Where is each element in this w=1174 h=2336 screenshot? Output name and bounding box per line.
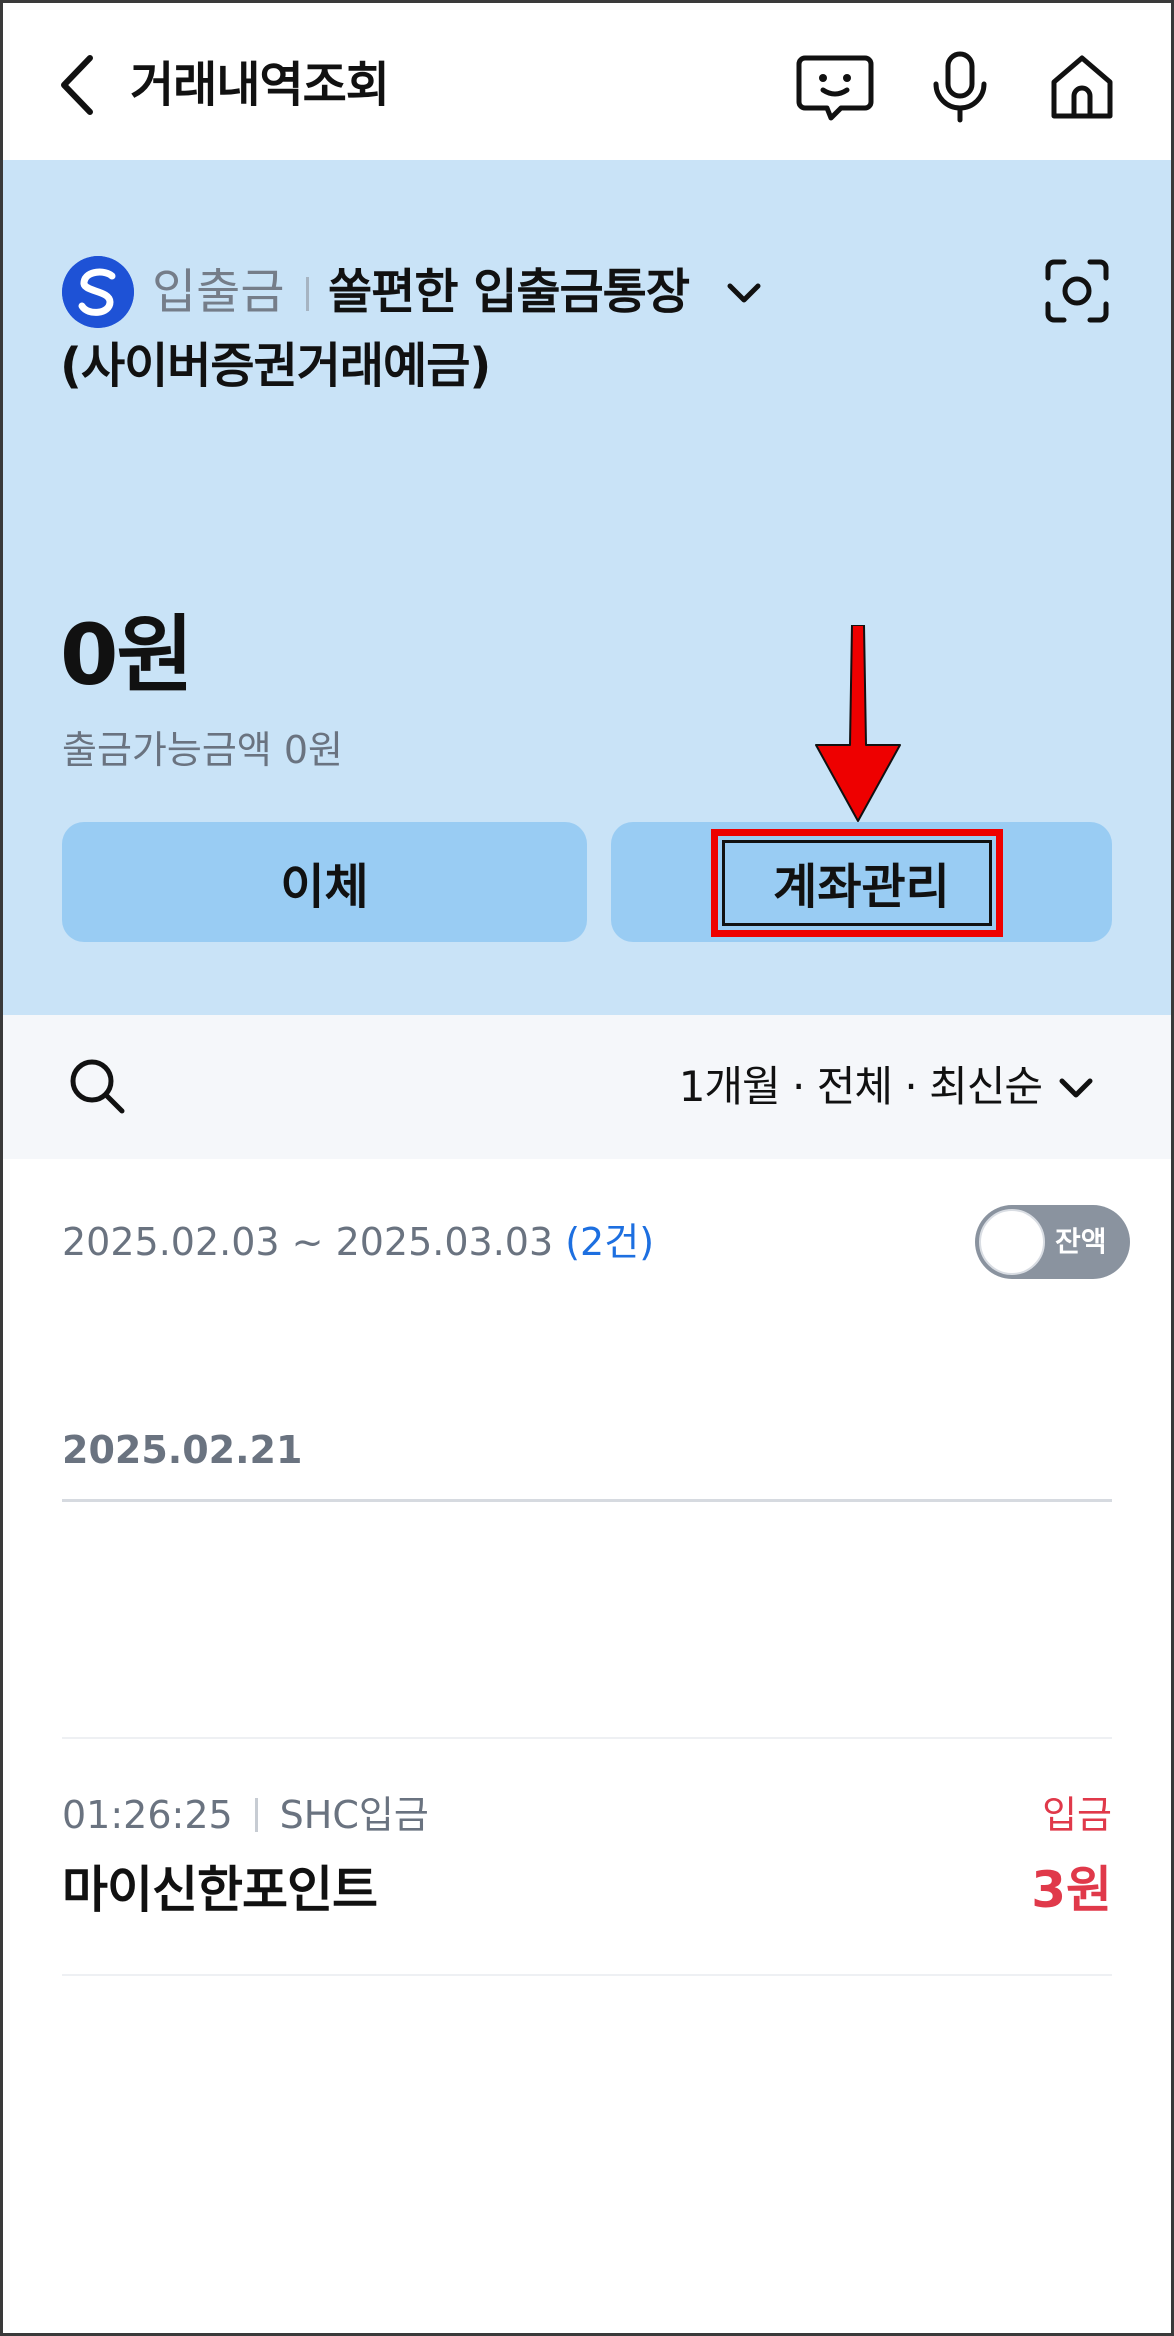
account-name-selector[interactable]: 쏠편한 입출금통장	[328, 258, 690, 326]
transaction-meta: 01:26:25 SHC입금	[62, 1785, 429, 1845]
transaction-date-header: 2025.02.21	[62, 1428, 303, 1472]
transaction-type: 입금	[1042, 1793, 1112, 1837]
balance-toggle[interactable]: 잔액	[975, 1205, 1130, 1279]
annotation-arrow-icon	[815, 625, 901, 822]
filter-summary[interactable]: 1개월 · 전체 · 최신순	[679, 1055, 1043, 1119]
date-range: 2025.02.03 ~ 2025.03.03 (2건)	[62, 1210, 654, 1274]
transaction-count: (2건)	[565, 1220, 655, 1264]
list-divider	[62, 1737, 1112, 1739]
chevron-down-icon[interactable]	[722, 272, 766, 316]
transaction-amount: 3원	[1031, 1861, 1112, 1919]
date-range-text: 2025.02.03 ~ 2025.03.03	[62, 1220, 566, 1264]
screenshot-capture-icon[interactable]	[1042, 256, 1112, 326]
available-amount: 출금가능금액 0원	[62, 728, 343, 772]
transaction-time: 01:26:25	[62, 1793, 233, 1837]
filter-bar: 1개월 · 전체 · 최신순	[0, 1015, 1174, 1159]
search-icon[interactable]	[66, 1055, 128, 1117]
balance-amount: 0원	[60, 606, 194, 704]
transfer-button[interactable]: 이체	[62, 822, 587, 942]
top-bar: 거래내역조회	[0, 0, 1174, 160]
annotation-highlight-box	[711, 829, 1003, 937]
bank-logo-icon	[62, 256, 134, 328]
back-icon[interactable]	[54, 50, 104, 120]
meta-separator	[254, 1798, 258, 1832]
list-divider	[62, 1974, 1112, 1976]
date-divider	[62, 1499, 1112, 1502]
toggle-knob	[979, 1209, 1045, 1275]
account-subtitle: (사이버증권거래예금)	[60, 338, 491, 394]
account-separator	[306, 277, 309, 311]
transaction-category: SHC입금	[279, 1793, 429, 1837]
chatbot-icon[interactable]	[795, 46, 875, 126]
account-type-label: 입출금	[152, 264, 285, 320]
transaction-description[interactable]: 마이신한포인트	[62, 1855, 378, 1925]
home-icon[interactable]	[1042, 46, 1122, 126]
microphone-icon[interactable]	[920, 46, 1000, 126]
page-title: 거래내역조회	[130, 57, 390, 113]
chevron-down-icon[interactable]	[1054, 1067, 1098, 1111]
toggle-label: 잔액	[1055, 1225, 1107, 1258]
